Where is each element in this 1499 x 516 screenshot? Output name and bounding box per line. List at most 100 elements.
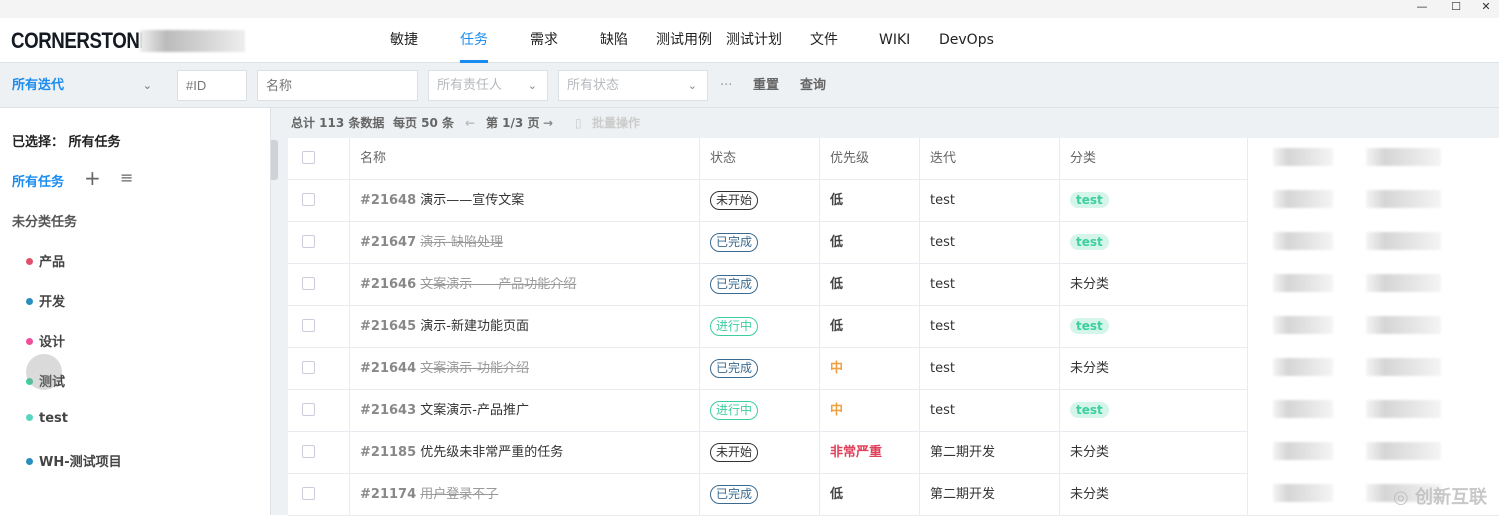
status-cell[interactable]: 已完成 [700, 348, 820, 390]
task-name[interactable]: 文案演示-产品推广 [420, 403, 529, 418]
status-cell[interactable]: 已完成 [700, 222, 820, 264]
column-header[interactable]: 迭代 [920, 138, 1060, 180]
status-cell[interactable]: 未开始 [700, 180, 820, 222]
task-name[interactable]: 文案演示-功能介绍 [420, 361, 529, 376]
uncategorized-tasks[interactable]: 未分类任务 [12, 211, 77, 230]
next-page-icon[interactable]: → [543, 108, 553, 138]
assignee-select[interactable]: 所有责任人 ⌄ [428, 70, 548, 101]
task-name[interactable]: 演示——宣传文案 [420, 193, 524, 208]
minimize-icon[interactable]: — [1407, 0, 1437, 14]
task-name-cell[interactable]: #21644 文案演示-功能介绍 [350, 348, 700, 390]
category-cell[interactable]: test [1060, 222, 1248, 264]
category-cell[interactable]: 未分类 [1060, 474, 1248, 516]
priority-cell[interactable]: 低 [820, 264, 920, 306]
status-badge[interactable]: 进行中 [710, 401, 759, 420]
row-checkbox-cell[interactable] [288, 180, 350, 222]
category-item[interactable]: WH-测试项目 [26, 451, 122, 470]
task-name[interactable]: 文案演示——产品功能介绍 [420, 277, 576, 292]
column-header[interactable]: 名称 [350, 138, 700, 180]
checkbox[interactable] [302, 403, 315, 416]
tab-3[interactable]: 缺陷 [600, 18, 628, 63]
menu-icon[interactable]: ≡ [120, 168, 133, 187]
checkbox[interactable] [302, 319, 315, 332]
priority-cell[interactable]: 非常严重 [820, 432, 920, 474]
iteration-cell[interactable]: test [920, 306, 1060, 348]
status-badge[interactable]: 未开始 [710, 191, 759, 210]
iteration-cell[interactable]: test [920, 264, 1060, 306]
splitter[interactable] [271, 108, 288, 515]
category-cell[interactable]: test [1060, 390, 1248, 432]
page-size[interactable]: 每页 50 条 [393, 108, 454, 138]
iteration-select[interactable]: 所有迭代 ⌄ [12, 63, 162, 108]
select-all-checkbox[interactable] [288, 138, 350, 180]
tab-8[interactable]: DevOps [939, 18, 994, 63]
prev-page-icon[interactable]: ← [465, 108, 475, 138]
id-input[interactable] [177, 70, 247, 101]
task-name[interactable]: 用户登录不了 [420, 487, 498, 502]
category-item[interactable]: 设计 [26, 331, 65, 350]
iteration-cell[interactable]: test [920, 180, 1060, 222]
tab-0[interactable]: 敏捷 [390, 18, 418, 63]
priority-cell[interactable]: 低 [820, 180, 920, 222]
status-badge[interactable]: 已完成 [710, 485, 759, 504]
task-name[interactable]: 演示-缺陷处理 [420, 235, 503, 250]
category-item[interactable]: test [26, 411, 68, 426]
status-cell[interactable]: 进行中 [700, 390, 820, 432]
status-cell[interactable]: 已完成 [700, 264, 820, 306]
checkbox[interactable] [302, 235, 315, 248]
checkbox[interactable] [302, 193, 315, 206]
all-tasks-link[interactable]: 所有任务 [12, 171, 64, 190]
status-badge[interactable]: 已完成 [710, 275, 759, 294]
batch-button[interactable]: 批量操作 [592, 108, 640, 138]
row-checkbox-cell[interactable] [288, 306, 350, 348]
tab-5[interactable]: 测试计划 [726, 18, 782, 63]
priority-cell[interactable]: 低 [820, 306, 920, 348]
reset-button[interactable]: 重置 [753, 63, 779, 108]
tab-2[interactable]: 需求 [530, 18, 558, 63]
task-name-cell[interactable]: #21646 文案演示——产品功能介绍 [350, 264, 700, 306]
tab-6[interactable]: 文件 [810, 18, 838, 63]
iteration-cell[interactable]: test [920, 390, 1060, 432]
status-badge[interactable]: 已完成 [710, 233, 759, 252]
task-name-cell[interactable]: #21185 优先级未非常严重的任务 [350, 432, 700, 474]
maximize-icon[interactable]: ☐ [1441, 0, 1471, 14]
row-checkbox-cell[interactable] [288, 264, 350, 306]
query-button[interactable]: 查询 [800, 63, 826, 108]
checkbox[interactable] [302, 361, 315, 374]
more-button[interactable]: ··· [720, 63, 732, 108]
priority-cell[interactable]: 中 [820, 348, 920, 390]
task-name[interactable]: 演示-新建功能页面 [420, 319, 529, 334]
task-name-cell[interactable]: #21643 文案演示-产品推广 [350, 390, 700, 432]
iteration-cell[interactable]: 第二期开发 [920, 432, 1060, 474]
checkbox[interactable] [302, 277, 315, 290]
iteration-cell[interactable]: test [920, 348, 1060, 390]
category-cell[interactable]: 未分类 [1060, 264, 1248, 306]
close-icon[interactable]: ✕ [1471, 0, 1499, 14]
checkbox[interactable] [302, 487, 315, 500]
row-checkbox-cell[interactable] [288, 432, 350, 474]
column-header[interactable]: 状态 [700, 138, 820, 180]
column-header[interactable]: 分类 [1060, 138, 1248, 180]
status-cell[interactable]: 未开始 [700, 432, 820, 474]
row-checkbox-cell[interactable] [288, 474, 350, 516]
status-badge[interactable]: 进行中 [710, 317, 759, 336]
priority-cell[interactable]: 低 [820, 474, 920, 516]
checkbox[interactable] [302, 151, 315, 164]
row-checkbox-cell[interactable] [288, 348, 350, 390]
status-select[interactable]: 所有状态 ⌄ [558, 70, 708, 101]
category-cell[interactable]: test [1060, 306, 1248, 348]
tab-7[interactable]: WIKI [879, 18, 910, 63]
iteration-cell[interactable]: 第二期开发 [920, 474, 1060, 516]
collapse-handle[interactable] [271, 140, 278, 180]
priority-cell[interactable]: 低 [820, 222, 920, 264]
task-name-cell[interactable]: #21648 演示——宣传文案 [350, 180, 700, 222]
task-name-cell[interactable]: #21647 演示-缺陷处理 [350, 222, 700, 264]
checkbox[interactable] [302, 445, 315, 458]
status-cell[interactable]: 已完成 [700, 474, 820, 516]
status-badge[interactable]: 已完成 [710, 359, 759, 378]
tab-4[interactable]: 测试用例 [656, 18, 712, 63]
add-icon[interactable]: + [84, 166, 101, 190]
category-cell[interactable]: 未分类 [1060, 348, 1248, 390]
priority-cell[interactable]: 中 [820, 390, 920, 432]
row-checkbox-cell[interactable] [288, 390, 350, 432]
